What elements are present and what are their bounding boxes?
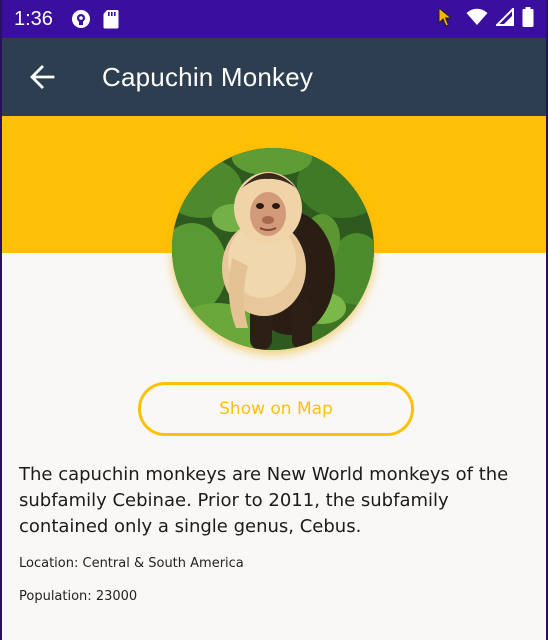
wifi-icon bbox=[466, 8, 488, 30]
monkey-avatar bbox=[172, 148, 374, 350]
app-screen: 1:36 Capuchin Monkey Show on Map The cap… bbox=[0, 0, 548, 640]
monkey-population: Population: 23000 bbox=[19, 589, 138, 604]
show-on-map-button[interactable]: Show on Map bbox=[138, 382, 414, 436]
arrow-left-icon bbox=[30, 65, 55, 89]
status-bar: 1:36 bbox=[2, 0, 546, 38]
back-button[interactable] bbox=[14, 49, 70, 105]
battery-icon bbox=[522, 7, 534, 31]
sd-card-icon bbox=[103, 9, 119, 29]
status-icons bbox=[438, 6, 534, 31]
page-title: Capuchin Monkey bbox=[102, 61, 314, 92]
monkey-description: The capuchin monkeys are New World monke… bbox=[19, 464, 509, 537]
monkey-location: Location: Central & South America bbox=[19, 556, 244, 571]
app-bar: Capuchin Monkey bbox=[2, 38, 546, 116]
cursor-icon bbox=[438, 6, 453, 31]
signal-icon bbox=[494, 6, 514, 30]
status-time: 1:36 bbox=[14, 7, 53, 30]
podcast-icon bbox=[71, 9, 91, 29]
